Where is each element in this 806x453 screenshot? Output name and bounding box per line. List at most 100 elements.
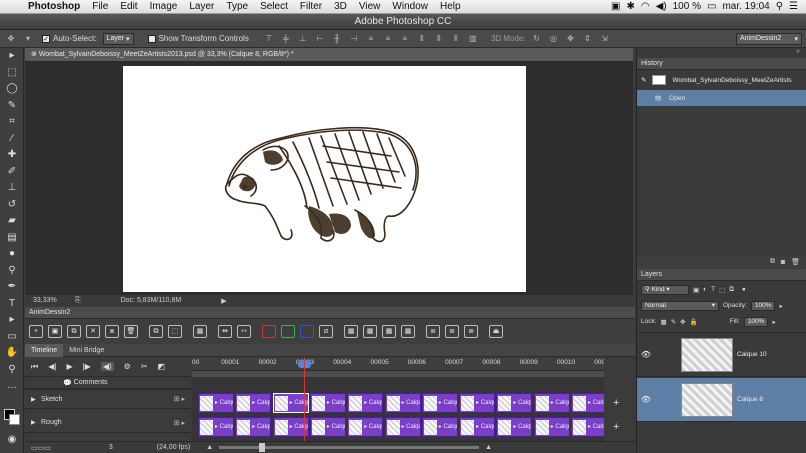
wifi-icon[interactable]: ◠ — [641, 1, 650, 12]
brush-tool-icon[interactable]: ✐ — [0, 164, 24, 181]
background-color-swatch[interactable] — [9, 414, 20, 425]
quick-select-tool-icon[interactable]: ✎ — [0, 98, 24, 115]
frame-clip[interactable]: ▸ Calque — [533, 417, 570, 437]
settings-gear-icon[interactable]: ⚙ — [124, 362, 131, 371]
align-left-icon[interactable]: ⊢ — [314, 34, 326, 44]
frame-clip[interactable]: ▸ Calque — [384, 393, 421, 413]
history-snapshot-row[interactable]: ✎ Wombat_SylvainDeboissy_MeetZeArtists20… — [637, 70, 806, 90]
gradient-tool-icon[interactable]: ▤ — [0, 230, 24, 247]
bluetooth-icon[interactable]: ✱ — [626, 1, 634, 12]
layer-name-calque-10[interactable]: Calque 10 — [737, 351, 767, 358]
delete-state-icon[interactable]: 🗑 — [791, 258, 800, 266]
quick-mask-icon[interactable]: ◉ — [0, 432, 24, 449]
zoom-tool-icon[interactable]: ⚲ — [0, 362, 24, 379]
time-ruler[interactable]: 0000001000020000300004000050000600007000… — [192, 357, 604, 371]
distribute-1-icon[interactable]: ≡ — [365, 34, 377, 44]
add-frame-rough-icon[interactable]: + — [613, 421, 619, 433]
zoom-slider-knob[interactable] — [259, 443, 266, 452]
more-tools-icon[interactable]: … — [0, 378, 24, 395]
frame-clip[interactable]: ▸ Calque — [459, 393, 496, 413]
anim-list-3-icon[interactable]: ≣ — [464, 325, 478, 338]
anim-green-label-icon[interactable] — [281, 325, 295, 338]
auto-align-icon[interactable]: ▥ — [467, 34, 479, 44]
track-menu-icon[interactable]: ⊞ ▸ — [174, 419, 185, 427]
frame-clip[interactable]: ▸ Calque — [421, 393, 458, 413]
auto-select-checkbox[interactable]: ✓ Auto-Select: — [42, 34, 97, 43]
hand-tool-icon[interactable]: ✋ — [0, 345, 24, 362]
history-brush-tool-icon[interactable]: ↺ — [0, 197, 24, 214]
workspace-switcher[interactable]: AnimDessin2 ▾ — [736, 32, 802, 45]
frame-clip[interactable]: ▸ Calque — [347, 417, 384, 437]
dropbox-icon[interactable]: ▣ — [611, 1, 620, 12]
volume-icon[interactable]: ◀) — [656, 1, 667, 12]
move-tool-icon[interactable]: ✥ — [5, 34, 17, 44]
lock-transparency-icon[interactable]: ▦ — [661, 318, 667, 326]
distribute-2-icon[interactable]: ≡ — [382, 34, 394, 44]
marquee-tool-icon[interactable]: ⬚ — [0, 65, 24, 82]
distribute-3-icon[interactable]: ≡ — [399, 34, 411, 44]
frame-clip[interactable]: ▸ Calque — [533, 393, 570, 413]
document-canvas[interactable] — [123, 66, 526, 292]
anim-new-frame-icon[interactable]: ▣ — [48, 325, 62, 338]
auto-select-dropdown[interactable]: Layer ▾ — [102, 32, 134, 45]
frame-clip[interactable]: ▸ Calque — [459, 417, 496, 437]
opacity-arrow-icon[interactable]: ▸ — [779, 302, 782, 310]
3d-rotate-icon[interactable]: ↻ — [531, 34, 543, 44]
previous-frame-icon[interactable]: ◀| — [48, 362, 56, 371]
menu-image[interactable]: Image — [144, 1, 184, 12]
frame-clip[interactable]: ▸ Calque — [198, 393, 234, 413]
anim-select-frame-icon[interactable]: ⬚ — [168, 325, 182, 338]
anim-extend-icon[interactable]: ⧈ — [105, 325, 119, 338]
anim-delete-layer-icon[interactable]: ✕ — [86, 325, 100, 338]
zoom-in-mountain-icon[interactable]: ▲ — [485, 444, 492, 451]
align-top-icon[interactable]: ⊤ — [263, 34, 275, 44]
lasso-tool-icon[interactable]: ◯ — [0, 81, 24, 98]
anim-onion-icon[interactable]: ▦ — [363, 325, 377, 338]
layer-row-calque-8[interactable]: 👁 Calque 8 — [637, 378, 806, 422]
menu-filter[interactable]: Filter — [294, 1, 328, 12]
anim-list-1-icon[interactable]: ≣ — [426, 325, 440, 338]
search-icon[interactable]: ⚲ — [776, 1, 783, 12]
3d-roll-icon[interactable]: ◎ — [548, 34, 560, 44]
healing-tool-icon[interactable]: ✚ — [0, 147, 24, 164]
export-icon[interactable]: ⎘ — [75, 297, 81, 305]
anim-red-label-icon[interactable] — [262, 325, 276, 338]
transition-icon[interactable]: ◩ — [158, 362, 166, 371]
pen-tool-icon[interactable]: ✒ — [0, 279, 24, 296]
zoom-out-mountain-icon[interactable]: ▲ — [206, 444, 213, 451]
lock-move-icon[interactable]: ✥ — [680, 318, 685, 326]
add-frame-sketch-icon[interactable]: + — [613, 397, 619, 409]
camera-snapshot-icon[interactable]: ◙ — [781, 259, 785, 266]
play-icon[interactable]: ▶ — [66, 362, 72, 371]
menu-view[interactable]: View — [353, 1, 387, 12]
frame-clip[interactable]: ▸ Calque — [198, 417, 234, 437]
menu-help[interactable]: Help — [434, 1, 467, 12]
tab-timeline[interactable]: Timeline — [25, 343, 64, 357]
menu-edit[interactable]: Edit — [114, 1, 143, 12]
shape-tool-icon[interactable]: ▭ — [0, 329, 24, 346]
dropdown-arrow-icon[interactable]: ▾ — [22, 34, 34, 44]
layer-name-calque-8[interactable]: Calque 8 — [737, 396, 763, 403]
eraser-tool-icon[interactable]: ▰ — [0, 213, 24, 230]
animdessin-panel-tab[interactable]: AnimDessin2 — [25, 307, 635, 319]
filter-toggle-icon[interactable]: ● — [742, 286, 746, 293]
clock[interactable]: mar. 19:04 — [722, 1, 769, 12]
visibility-eye-icon[interactable]: 👁 — [639, 395, 653, 404]
menu-window[interactable]: Window — [386, 1, 434, 12]
anim-onion-next-icon[interactable]: ▦ — [382, 325, 396, 338]
frame-clip[interactable]: ▸ Calque — [309, 417, 346, 437]
audio-icon[interactable]: ◀) — [100, 362, 114, 371]
anim-no-label-icon[interactable]: ⧄ — [319, 325, 333, 338]
opacity-field[interactable]: 100% — [750, 300, 776, 311]
path-select-tool-icon[interactable]: ▸ — [0, 312, 24, 329]
frame-clip[interactable]: ▸ Calque — [235, 417, 272, 437]
frame-clip[interactable]: ▸ Calque — [421, 417, 458, 437]
layer-row-calque-10[interactable]: 👁 Calque 10 — [637, 333, 806, 377]
align-hcenter-icon[interactable]: ╫ — [331, 34, 343, 44]
show-transform-checkbox[interactable]: Show Transform Controls — [147, 34, 249, 43]
visibility-eye-icon[interactable]: 👁 — [639, 350, 653, 359]
anim-export-icon[interactable]: ⏏ — [489, 325, 503, 338]
comments-track-header[interactable]: 💬 Comments — [25, 377, 191, 389]
frame-clip[interactable]: ▸ Calque — [384, 417, 421, 437]
timeline-zoom-slider[interactable] — [219, 443, 480, 452]
